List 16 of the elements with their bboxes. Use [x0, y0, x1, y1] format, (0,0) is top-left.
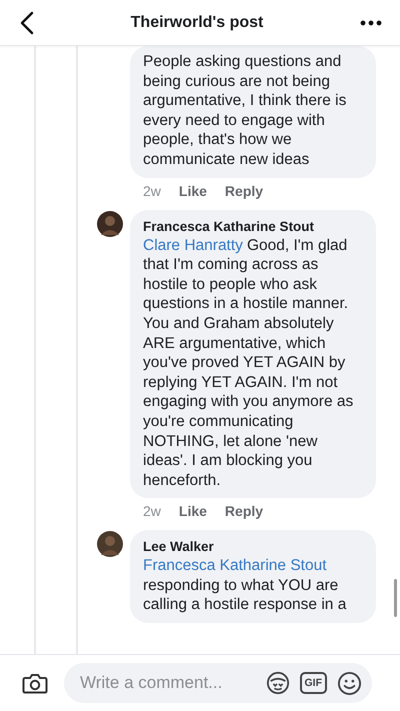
comment-action[interactable]: Like [178, 182, 207, 200]
comment-text: Clare Hanratty Good, I'm glad that I'm coming across as hostile to people who ask questions in a hostile manner. You and Graham absolutely ARE argumentative, which you've proved YET AGAIN by replying YET AGAIN. I'm not engaging with you anymore as you're communicating NOTHING, let alone 'new ideas'. I am blocking you henceforth. [143, 236, 354, 490]
mention-link[interactable]: Francesca Katharine Stout [143, 556, 327, 576]
comment-input-field[interactable]: Write a comment... GIF [64, 663, 372, 703]
author-name[interactable]: Francesca Katharine Stout [143, 218, 314, 236]
mention-link[interactable]: Clare Hanratty [143, 236, 243, 256]
comment-text: Francesca Katharine Stout responding to what YOU are calling a hostile response in a [143, 556, 348, 616]
author-name[interactable]: Lee Walker [143, 538, 214, 556]
comment-text: People asking questions and being curious are not being argumentative, I think there is every need to engage with people, that's how we communicate new ideas [143, 52, 348, 170]
comment-action[interactable]: Like [178, 502, 207, 520]
post-title: Theirworld's post [130, 14, 264, 32]
comment-action[interactable]: Reply [224, 182, 264, 200]
comment-time: 2w [143, 182, 161, 200]
comment-time: 2w [143, 502, 161, 520]
comment-action[interactable]: Reply [224, 502, 264, 520]
gif-button[interactable]: GIF [300, 672, 327, 694]
